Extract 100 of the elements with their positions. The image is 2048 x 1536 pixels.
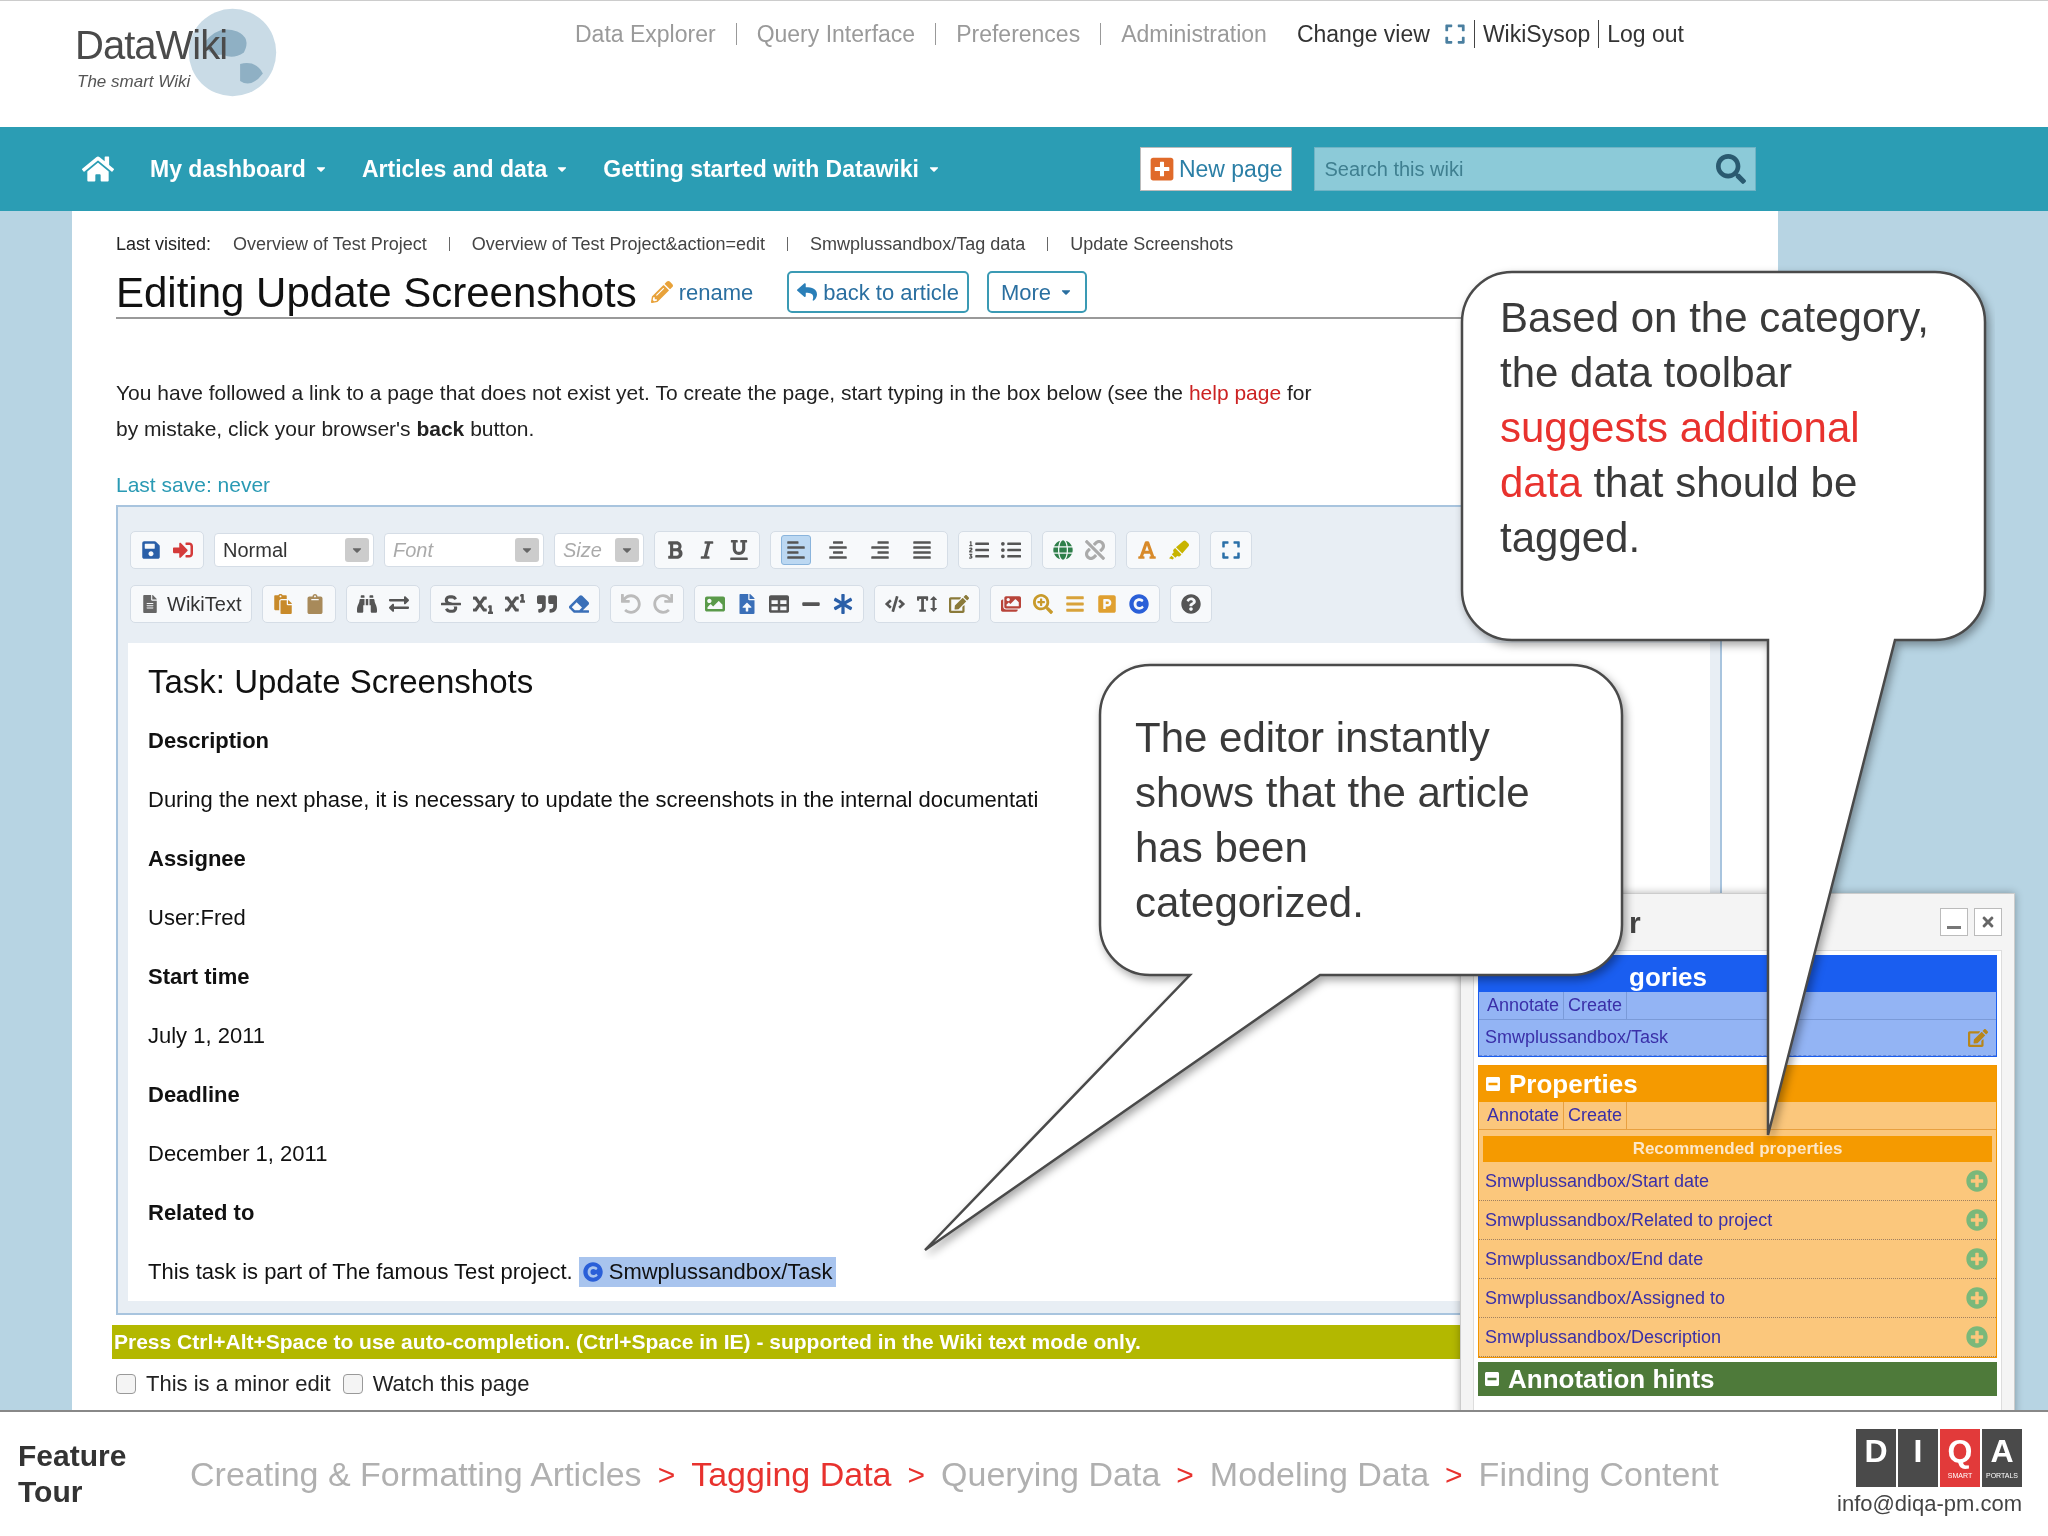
- text-icon[interactable]: [917, 594, 938, 614]
- binoculars-icon[interactable]: [357, 594, 378, 614]
- header-link[interactable]: Change view: [1296, 17, 1430, 52]
- header-link[interactable]: WikiSysop: [1482, 17, 1591, 52]
- field-value: This task is part of The famous Test project.: [148, 1258, 573, 1286]
- link-globe-icon[interactable]: [1053, 540, 1073, 560]
- field-label: Assignee: [148, 845, 246, 873]
- category-annotation[interactable]: Smwplussandbox/Task: [578, 1256, 837, 1287]
- quote-icon[interactable]: [537, 594, 558, 614]
- back-arrow-icon: [797, 282, 818, 302]
- checkbox[interactable]: [342, 1373, 363, 1394]
- feature-tour-title: Feature Tour: [18, 1438, 128, 1510]
- breadcrumb-link[interactable]: Overview of Test Project&action=edit: [471, 230, 766, 258]
- header-link[interactable]: Log out: [1607, 17, 1684, 52]
- image-icon[interactable]: [705, 594, 726, 614]
- header-link[interactable]: Preferences: [956, 17, 1081, 52]
- breadcrumb-label: Last visited:: [116, 232, 212, 256]
- property-link[interactable]: Smwplussandbox/Assigned to: [1485, 1284, 1726, 1312]
- property-link[interactable]: Smwplussandbox/Related to project: [1485, 1206, 1773, 1234]
- action-link[interactable]: Create: [1564, 1102, 1628, 1129]
- action-link[interactable]: Annotate: [1483, 1102, 1565, 1129]
- special-character-icon[interactable]: [833, 594, 854, 614]
- minimize-icon: [1947, 925, 1961, 929]
- nav-menu[interactable]: Getting started with Datawiki: [603, 151, 941, 187]
- search-field[interactable]: Search this wiki: [1313, 147, 1756, 191]
- nav-menu[interactable]: Articles and data: [361, 151, 570, 187]
- underline-icon[interactable]: [729, 540, 749, 560]
- step-separator: >: [1445, 1456, 1463, 1493]
- property-link[interactable]: Smwplussandbox/End date: [1485, 1245, 1704, 1273]
- property-link[interactable]: Smwplussandbox/Start date: [1485, 1167, 1710, 1195]
- search-icon[interactable]: [1715, 154, 1746, 184]
- text-color-icon[interactable]: [1137, 540, 1157, 560]
- edit-icon[interactable]: [949, 594, 970, 614]
- superscript-icon[interactable]: [505, 594, 526, 614]
- field-label: Deadline: [148, 1081, 240, 1109]
- collapse-icon[interactable]: [1484, 1371, 1500, 1387]
- help-page-link[interactable]: help page: [1188, 381, 1282, 404]
- exit-icon[interactable]: [173, 540, 193, 560]
- help-icon[interactable]: [1181, 594, 1202, 614]
- breadcrumb-link[interactable]: Overview of Test Project: [233, 230, 427, 258]
- last-save-text: Last save: never: [116, 472, 271, 497]
- more-button[interactable]: More: [987, 271, 1088, 313]
- property-link[interactable]: Smwplussandbox/Description: [1485, 1323, 1722, 1351]
- checkbox-label: Watch this page: [372, 1370, 530, 1398]
- align-left-icon: [786, 540, 806, 560]
- action-link[interactable]: Create: [1564, 992, 1628, 1019]
- back-to-article-button[interactable]: back to article: [787, 271, 969, 313]
- close-button[interactable]: [1974, 908, 2002, 936]
- header-link[interactable]: Data Explorer: [575, 17, 716, 52]
- tour-step[interactable]: Tagging Data: [691, 1448, 892, 1500]
- subscript-icon[interactable]: [473, 594, 494, 614]
- callout-text: The editor instantly shows that the article has been categorized.: [1135, 713, 1531, 928]
- category-link[interactable]: Smwplussandbox/Task: [1485, 1024, 1669, 1051]
- bullet-list-icon[interactable]: [1001, 540, 1021, 560]
- checkbox-label: This is a minor edit: [146, 1370, 331, 1398]
- upload-icon[interactable]: [737, 594, 758, 614]
- align-button[interactable]: [781, 535, 811, 565]
- field-value: During the next phase, it is necessary to update the screenshots in the internal documentati: [148, 786, 1039, 814]
- numbered-list-icon[interactable]: [969, 540, 989, 560]
- eraser-icon[interactable]: [569, 594, 590, 614]
- breadcrumb-link[interactable]: Smwplussandbox/Tag data: [810, 230, 1026, 258]
- save-icon[interactable]: [141, 540, 161, 560]
- format-select[interactable]: Normal: [214, 533, 374, 567]
- close-icon: [1980, 914, 1996, 930]
- replace-icon[interactable]: [389, 594, 410, 614]
- table-icon[interactable]: [769, 594, 790, 614]
- expand-icon[interactable]: [1443, 23, 1466, 46]
- editor-heading: Task: Update Screenshots: [148, 662, 535, 702]
- breadcrumb-link[interactable]: Update Screenshots: [1070, 230, 1234, 258]
- strikethrough-icon[interactable]: [441, 594, 462, 614]
- contact-email: info@diqa-pm.com: [1837, 1489, 2022, 1518]
- logo-tile: D: [1856, 1428, 1896, 1487]
- section-header[interactable]: gories: [1629, 962, 1708, 992]
- header-link[interactable]: Administration: [1121, 17, 1267, 52]
- bold-icon[interactable]: [665, 540, 685, 560]
- section-header[interactable]: Annotation hints: [1508, 1359, 1715, 1399]
- field-value: July 1, 2011: [148, 1022, 265, 1050]
- field-value: December 1, 2011: [148, 1140, 328, 1168]
- code-icon[interactable]: [885, 594, 906, 614]
- category-icon[interactable]: [1129, 594, 1150, 614]
- logo-tile: I: [1898, 1428, 1938, 1487]
- header-link[interactable]: Query Interface: [756, 17, 916, 52]
- checkbox[interactable]: [116, 1373, 136, 1394]
- step-separator: >: [1176, 1456, 1194, 1493]
- document-icon: [141, 595, 159, 613]
- wikitext-button[interactable]: WikiText: [130, 585, 253, 623]
- step-separator: >: [657, 1456, 676, 1493]
- paste-icon[interactable]: [273, 594, 294, 614]
- rename-link[interactable]: rename: [678, 275, 754, 309]
- minimize-button[interactable]: [1940, 908, 1968, 936]
- maximize-icon[interactable]: [1221, 540, 1241, 560]
- gallery-icon[interactable]: [1001, 594, 1022, 614]
- nav-menu[interactable]: My dashboard: [150, 151, 328, 187]
- clipboard-icon[interactable]: [305, 594, 326, 614]
- pencil-icon: [650, 281, 673, 303]
- new-page-button[interactable]: New page: [1139, 147, 1292, 191]
- action-link[interactable]: Annotate: [1483, 992, 1565, 1019]
- recommended-label: Recommended properties: [1632, 1138, 1843, 1161]
- new-page-icon: [1148, 156, 1175, 182]
- zoom-icon[interactable]: [1033, 594, 1054, 614]
